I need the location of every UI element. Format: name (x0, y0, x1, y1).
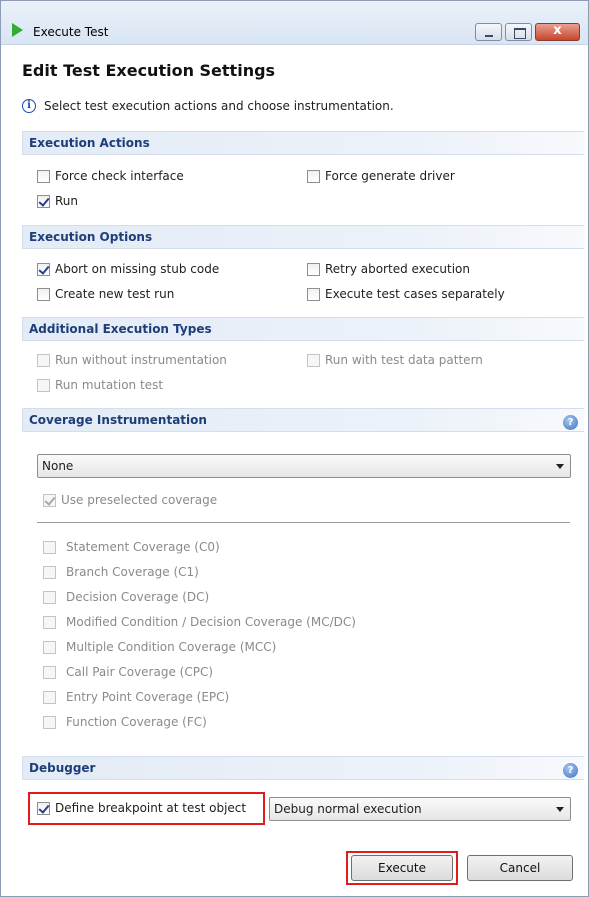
force-check-interface-checkbox[interactable]: Force check interface (37, 167, 184, 185)
coverage-item-dc: Decision Coverage (DC) (43, 588, 209, 606)
checkbox-label: Function Coverage (FC) (66, 715, 207, 729)
coverage-item-c1: Branch Coverage (C1) (43, 563, 199, 581)
checkbox-label: Branch Coverage (C1) (66, 565, 199, 579)
checkbox-label: Force generate driver (325, 169, 455, 183)
checkbox-box (43, 715, 56, 729)
coverage-dropdown[interactable]: None (37, 454, 571, 478)
checkbox-box (43, 640, 56, 654)
checkbox-box (43, 615, 56, 629)
chevron-down-icon (556, 807, 564, 812)
define-breakpoint-checkbox[interactable]: Define breakpoint at test object (37, 799, 246, 817)
checkbox-label: Use preselected coverage (61, 493, 218, 507)
checkbox-label: Run without instrumentation (55, 353, 227, 367)
window-title: Execute Test (33, 25, 109, 39)
divider (37, 522, 570, 523)
coverage-item-fc: Function Coverage (FC) (43, 713, 207, 731)
abort-on-missing-stub-checkbox[interactable]: Abort on missing stub code (37, 260, 219, 278)
section-additional-execution-types[interactable]: Additional Execution Types (22, 317, 584, 341)
coverage-item-c0: Statement Coverage (C0) (43, 538, 220, 556)
title-bar[interactable]: Execute Test x (1, 1, 588, 45)
checkbox-box[interactable] (37, 169, 50, 183)
info-icon: i (22, 99, 36, 113)
cancel-button[interactable]: Cancel (467, 855, 573, 881)
use-preselected-coverage-checkbox: Use preselected coverage (43, 491, 217, 509)
section-execution-actions[interactable]: Execution Actions (22, 131, 584, 155)
coverage-item-cpc: Call Pair Coverage (CPC) (43, 663, 213, 681)
section-title: Execution Options (29, 230, 153, 244)
checkbox-box (37, 353, 50, 367)
checkbox-label: Force check interface (55, 169, 184, 183)
section-title: Debugger (29, 761, 96, 775)
execute-separately-checkbox[interactable]: Execute test cases separately (307, 285, 505, 303)
checkbox-label: Define breakpoint at test object (55, 801, 247, 815)
dropdown-value: None (42, 459, 74, 473)
section-title: Additional Execution Types (29, 322, 212, 336)
checkbox-box[interactable] (37, 287, 50, 301)
section-title: Coverage Instrumentation (29, 413, 207, 427)
page-title: Edit Test Execution Settings (22, 61, 276, 80)
checkbox-box[interactable] (37, 262, 50, 276)
checkbox-box (43, 690, 56, 704)
checkbox-box (43, 590, 56, 604)
run-with-test-data-pattern-checkbox: Run with test data pattern (307, 351, 483, 369)
help-icon[interactable]: ? (563, 415, 578, 430)
checkbox-box (43, 540, 56, 554)
chevron-down-icon (556, 464, 564, 469)
section-title: Execution Actions (29, 136, 150, 150)
checkbox-box[interactable] (37, 194, 50, 208)
run-mutation-test-checkbox: Run mutation test (37, 376, 163, 394)
checkbox-box (43, 565, 56, 579)
run-checkbox[interactable]: Run (37, 192, 78, 210)
checkbox-box (37, 378, 50, 392)
help-icon[interactable]: ? (563, 763, 578, 778)
coverage-item-epc: Entry Point Coverage (EPC) (43, 688, 229, 706)
checkbox-label: Create new test run (55, 287, 175, 301)
execute-button[interactable]: Execute (351, 855, 453, 881)
checkbox-label: Execute test cases separately (325, 287, 505, 301)
checkbox-label: Call Pair Coverage (CPC) (66, 665, 214, 679)
section-coverage-instrumentation[interactable]: Coverage Instrumentation ? (22, 408, 584, 432)
dropdown-value: Debug normal execution (274, 802, 422, 816)
close-icon: x (553, 23, 562, 38)
checkbox-box[interactable] (307, 169, 320, 183)
coverage-item-mcdc: Modified Condition / Decision Coverage (… (43, 613, 356, 631)
coverage-item-mcc: Multiple Condition Coverage (MCC) (43, 638, 276, 656)
checkbox-label: Run mutation test (55, 378, 164, 392)
checkbox-label: Run with test data pattern (325, 353, 483, 367)
checkbox-label: Abort on missing stub code (55, 262, 220, 276)
checkbox-label: Multiple Condition Coverage (MCC) (66, 640, 277, 654)
checkbox-box[interactable] (307, 287, 320, 301)
force-generate-driver-checkbox[interactable]: Force generate driver (307, 167, 455, 185)
execute-button-label: Execute (378, 861, 426, 875)
cancel-button-label: Cancel (499, 861, 541, 875)
checkbox-label: Statement Coverage (C0) (66, 540, 220, 554)
maximize-button[interactable] (505, 23, 532, 41)
run-without-instrumentation-checkbox: Run without instrumentation (37, 351, 227, 369)
section-execution-options[interactable]: Execution Options (22, 225, 584, 249)
checkbox-box (43, 665, 56, 679)
play-icon (12, 23, 23, 37)
checkbox-label: Retry aborted execution (325, 262, 470, 276)
minimize-button[interactable] (475, 23, 502, 41)
debug-mode-dropdown[interactable]: Debug normal execution (269, 797, 571, 821)
checkbox-box[interactable] (307, 262, 320, 276)
execute-test-dialog: Execute Test x Edit Test Execution Setti… (0, 0, 589, 897)
checkbox-box[interactable] (37, 801, 50, 815)
close-button[interactable]: x (535, 23, 580, 41)
checkbox-label: Modified Condition / Decision Coverage (… (66, 615, 356, 629)
retry-aborted-execution-checkbox[interactable]: Retry aborted execution (307, 260, 470, 278)
checkbox-box (307, 353, 320, 367)
checkbox-box (43, 493, 56, 507)
section-debugger[interactable]: Debugger ? (22, 756, 584, 780)
create-new-test-run-checkbox[interactable]: Create new test run (37, 285, 174, 303)
checkbox-label: Decision Coverage (DC) (66, 590, 210, 604)
checkbox-label: Entry Point Coverage (EPC) (66, 690, 230, 704)
checkbox-label: Run (55, 194, 79, 208)
info-text: Select test execution actions and choose… (44, 99, 394, 113)
info-message: i Select test execution actions and choo… (22, 97, 394, 115)
